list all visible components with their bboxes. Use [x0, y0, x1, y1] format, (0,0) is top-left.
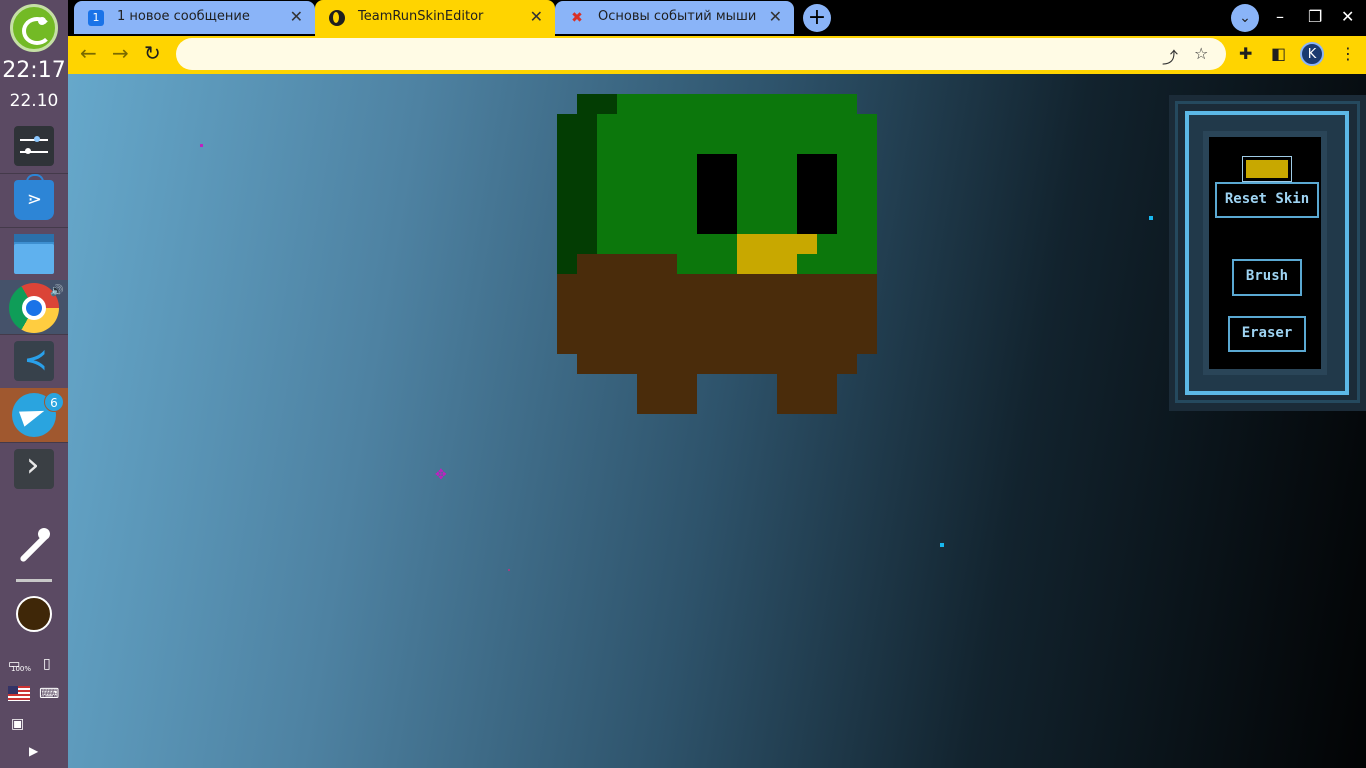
skin-editor-page: ✥ Reset Skin Brush Eraser: [68, 74, 1366, 768]
browser-toolbar: ← → ↻ ⤴ ☆ ✚ ◧ K ⋮: [68, 36, 1366, 74]
battery-level: 100%: [11, 665, 32, 673]
address-bar[interactable]: ⤴ ☆: [176, 38, 1226, 70]
skin-pixel-block[interactable]: [577, 254, 677, 274]
dock-item-terminal[interactable]: [0, 442, 68, 496]
skin-pixel-block[interactable]: [797, 154, 837, 234]
restore-button[interactable]: ❐: [1308, 7, 1322, 26]
close-tab-icon[interactable]: ✕: [769, 7, 782, 26]
address-input[interactable]: [194, 44, 1154, 64]
tab-title: 1 новое сообщение: [117, 9, 250, 24]
reset-skin-button[interactable]: Reset Skin: [1215, 182, 1319, 218]
dock-item-telegram[interactable]: 6: [0, 388, 68, 443]
dock-item-vscode[interactable]: [0, 334, 68, 389]
skin-pixel-block[interactable]: [737, 254, 797, 274]
tool-panel: Reset Skin Brush Eraser: [1169, 95, 1366, 411]
opensuse-logo-icon[interactable]: [10, 4, 58, 52]
eraser-button[interactable]: Eraser: [1228, 316, 1306, 352]
close-tab-icon[interactable]: ✕: [290, 7, 303, 26]
close-window-button[interactable]: ✕: [1341, 7, 1354, 26]
skin-pixel-block[interactable]: [577, 94, 617, 114]
current-color-selector[interactable]: [1242, 156, 1292, 182]
files-app-icon: [14, 234, 54, 274]
tab-new-message[interactable]: 1 1 новое сообщение ✕: [74, 1, 315, 34]
clock-time: 22:17: [2, 58, 66, 83]
skin-pixel-block[interactable]: [557, 114, 597, 274]
brush-button[interactable]: Brush: [1232, 259, 1302, 296]
skin-pixel-block[interactable]: [777, 374, 837, 414]
usb-drive-icon[interactable]: ▯: [43, 656, 51, 672]
skin-pixel-block[interactable]: [577, 354, 857, 374]
us-flag-icon[interactable]: [8, 686, 30, 705]
figure-icon: ✖: [571, 10, 583, 26]
skin-pixel-block[interactable]: [557, 274, 877, 354]
globe-icon: [329, 10, 345, 26]
clipboard-icon[interactable]: ▣: [11, 716, 24, 732]
tab-strip: 1 1 новое сообщение ✕ TeamRunSkinEditor …: [68, 0, 1366, 36]
tab-title: TeamRunSkinEditor: [358, 9, 484, 24]
speaker-icon: 🔊: [50, 284, 64, 297]
current-color-fill: [1246, 160, 1288, 178]
close-tab-icon[interactable]: ✕: [530, 7, 543, 26]
terminal-app-icon: [14, 445, 54, 489]
tab-mouse-events[interactable]: ✖ Основы событий мыши ✕: [555, 1, 794, 34]
dock-item-store[interactable]: [0, 173, 68, 228]
forward-arrow-icon[interactable]: →: [112, 41, 129, 65]
skin-pixel-block[interactable]: [697, 154, 737, 234]
tab-team-run-skin-editor[interactable]: TeamRunSkinEditor ✕: [315, 0, 555, 36]
reload-icon[interactable]: ↻: [144, 41, 161, 65]
minimize-button[interactable]: –: [1276, 7, 1284, 26]
browser-window: 1 1 новое сообщение ✕ TeamRunSkinEditor …: [68, 0, 1366, 768]
share-icon[interactable]: ⤴: [1162, 44, 1178, 68]
skin-pixel-block[interactable]: [637, 374, 697, 414]
skin-pixel-block[interactable]: [617, 94, 857, 114]
menu-kebab-icon[interactable]: ⋮: [1340, 44, 1356, 63]
dock-item-files[interactable]: [0, 227, 68, 282]
profile-avatar[interactable]: K: [1300, 42, 1324, 66]
vscode-app-icon: [14, 341, 54, 381]
dock-divider: [16, 579, 52, 582]
battery-icon[interactable]: ▭ 100%: [8, 657, 31, 673]
settings-app-icon: [14, 126, 54, 166]
back-arrow-icon[interactable]: ←: [80, 41, 97, 65]
telegram-badge: 6: [44, 392, 64, 412]
new-tab-button[interactable]: +: [803, 4, 831, 32]
tab-search-chevron-icon[interactable]: ⌄: [1231, 4, 1259, 32]
extensions-puzzle-icon[interactable]: ✚: [1239, 44, 1252, 63]
dock-item-chrome[interactable]: 🔊: [0, 280, 68, 335]
bookmark-star-icon[interactable]: ☆: [1194, 44, 1208, 63]
dock-item-settings[interactable]: [0, 119, 68, 174]
software-store-app-icon: [14, 174, 54, 220]
expand-tray-icon[interactable]: ▶: [29, 744, 38, 758]
picked-color-swatch[interactable]: [16, 596, 52, 632]
side-panel-icon[interactable]: ◧: [1271, 44, 1286, 63]
keyboard-icon[interactable]: ⌨: [39, 686, 59, 702]
clock-date: 22.10: [9, 91, 59, 111]
desktop-dock: 22:17 22.10 🔊 6 ▭100% ▯ ⌨ ▣ ▶: [0, 0, 68, 768]
color-picker-icon[interactable]: [14, 528, 54, 568]
tab-title: Основы событий мыши: [598, 9, 757, 24]
skin-pixel-block[interactable]: [737, 234, 817, 254]
notification-count-icon: 1: [88, 10, 104, 26]
